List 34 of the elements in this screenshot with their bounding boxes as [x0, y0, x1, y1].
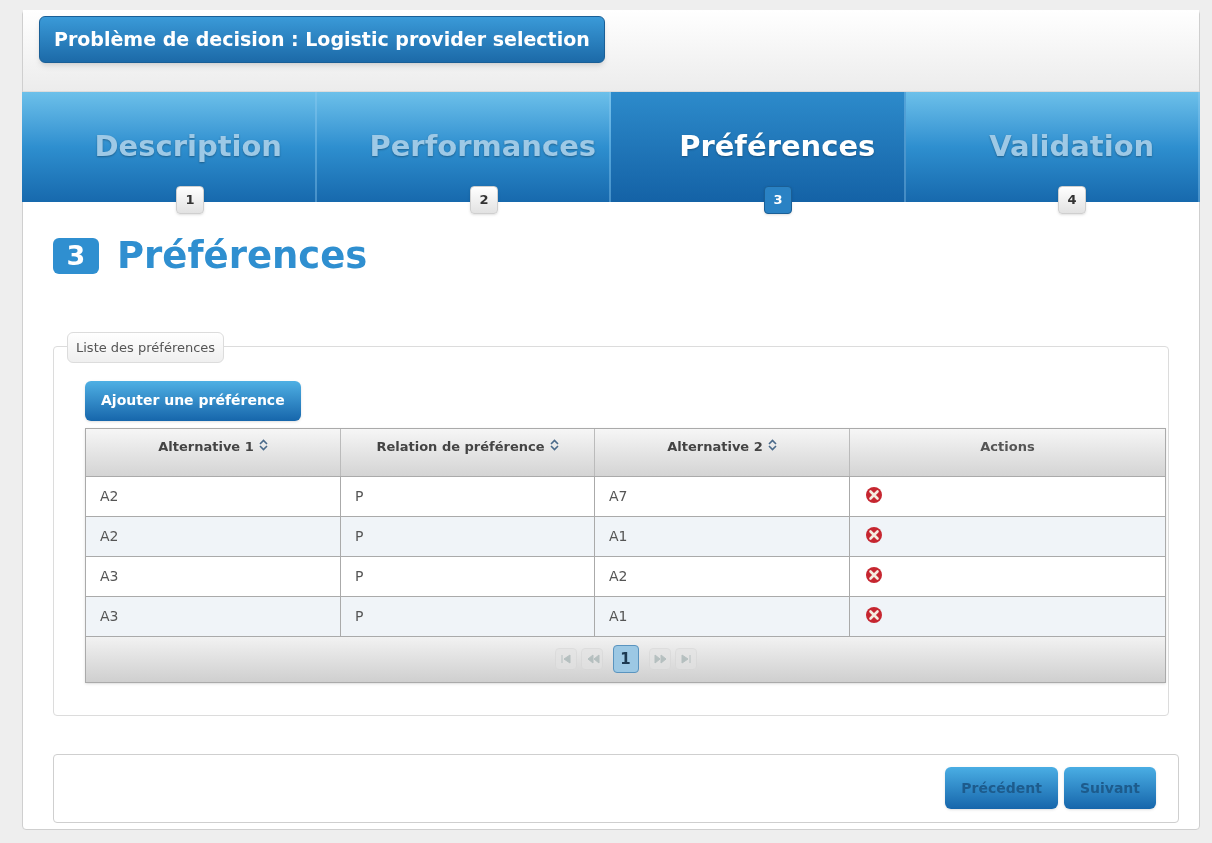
- table-cell: A2: [86, 516, 341, 556]
- delete-icon[interactable]: [865, 605, 883, 624]
- page-button[interactable]: 1: [612, 645, 639, 673]
- column-header[interactable]: Relation de préférence: [376, 436, 545, 456]
- table-cell: P: [341, 476, 595, 516]
- sort-icon: [549, 438, 559, 451]
- sort-icon: [258, 438, 268, 451]
- table-cell: A3: [86, 596, 341, 636]
- column-header[interactable]: Alternative 1: [158, 436, 254, 456]
- column-header[interactable]: Alternative 2: [667, 436, 763, 456]
- panel-legend: Liste des préférences: [67, 331, 225, 363]
- delete-icon[interactable]: [865, 485, 883, 504]
- sort-icon: [767, 438, 777, 451]
- table-cell: A3: [86, 556, 341, 596]
- column-header: Actions: [980, 437, 1035, 456]
- table-cell: P: [341, 596, 595, 636]
- step-number: 4: [1058, 186, 1086, 214]
- delete-icon[interactable]: [865, 525, 883, 544]
- step-number: 3: [764, 186, 792, 214]
- delete-icon[interactable]: [865, 565, 883, 584]
- table-cell: A1: [595, 596, 850, 636]
- table-cell: A1: [595, 516, 850, 556]
- table-cell: A7: [595, 476, 850, 516]
- step-number: 1: [176, 186, 204, 214]
- heading-number: 3: [53, 237, 99, 274]
- step-number: 2: [470, 186, 498, 214]
- table-cell: P: [341, 556, 595, 596]
- page-heading: Préférences: [117, 233, 368, 279]
- table-cell: A2: [595, 556, 850, 596]
- add-preference-button[interactable]: Ajouter une préférence: [85, 380, 301, 421]
- table-cell: A2: [86, 476, 341, 516]
- table-cell: P: [341, 516, 595, 556]
- next-arrow-icon: [651, 652, 668, 666]
- window-title: Problème de decision : Logistic provider selection: [39, 16, 605, 63]
